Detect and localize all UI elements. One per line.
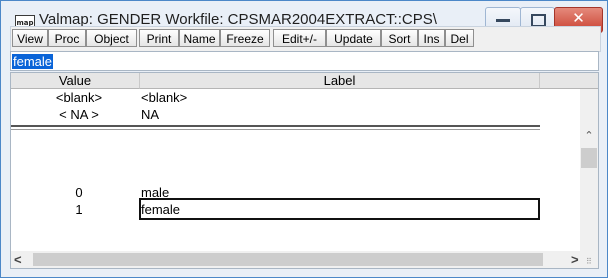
valmap-grid: Value Label <blank> <blank> < NA > NA 0 … xyxy=(10,72,599,269)
valmap-window: map Valmap: GENDER Workfile: CPSMAR2004E… xyxy=(0,0,608,278)
view-button[interactable]: View xyxy=(12,29,48,47)
cell-edit-field[interactable]: female xyxy=(10,51,599,71)
divider xyxy=(11,125,540,127)
chevron-up-icon[interactable]: ⌃ xyxy=(580,129,598,142)
close-icon: ✕ xyxy=(572,9,585,27)
column-header-value[interactable]: Value xyxy=(11,73,140,89)
proc-button[interactable]: Proc xyxy=(48,29,86,47)
table-row-value[interactable]: 0 xyxy=(19,185,139,200)
special-label-blank[interactable]: <blank> xyxy=(141,90,187,105)
column-header-empty xyxy=(540,73,598,89)
resize-grip-icon[interactable]: ⠿ xyxy=(586,257,592,266)
vertical-scroll-thumb[interactable] xyxy=(581,148,597,168)
toolbar: View Proc Object Print Name Freeze Edit+… xyxy=(10,26,601,52)
special-value-na[interactable]: < NA > xyxy=(19,107,139,122)
ins-button[interactable]: Ins xyxy=(418,29,445,47)
divider xyxy=(11,129,540,130)
name-button[interactable]: Name xyxy=(179,29,220,47)
object-button[interactable]: Object xyxy=(86,29,137,47)
special-value-blank[interactable]: <blank> xyxy=(19,90,139,105)
edit-toggle-button[interactable]: Edit+/- xyxy=(273,29,326,47)
special-label-na[interactable]: NA xyxy=(141,107,159,122)
column-header-label[interactable]: Label xyxy=(140,73,540,89)
selected-cell[interactable] xyxy=(139,198,540,220)
print-button[interactable]: Print xyxy=(139,29,179,47)
update-button[interactable]: Update xyxy=(326,29,381,47)
horizontal-scroll-thumb[interactable] xyxy=(33,253,543,266)
del-button[interactable]: Del xyxy=(445,29,474,47)
freeze-button[interactable]: Freeze xyxy=(220,29,270,47)
vertical-scrollbar[interactable]: ⌃ ⌄ xyxy=(580,89,598,260)
table-row-value[interactable]: 1 xyxy=(19,202,139,217)
chevron-right-icon[interactable]: > xyxy=(571,252,579,267)
table-row-label[interactable]: female xyxy=(141,202,180,217)
sort-button[interactable]: Sort xyxy=(381,29,418,47)
cell-edit-value: female xyxy=(12,54,54,69)
minimize-icon xyxy=(496,19,510,22)
chevron-left-icon[interactable]: < xyxy=(14,252,22,267)
horizontal-scrollbar[interactable]: < > ⠿ xyxy=(11,251,598,268)
